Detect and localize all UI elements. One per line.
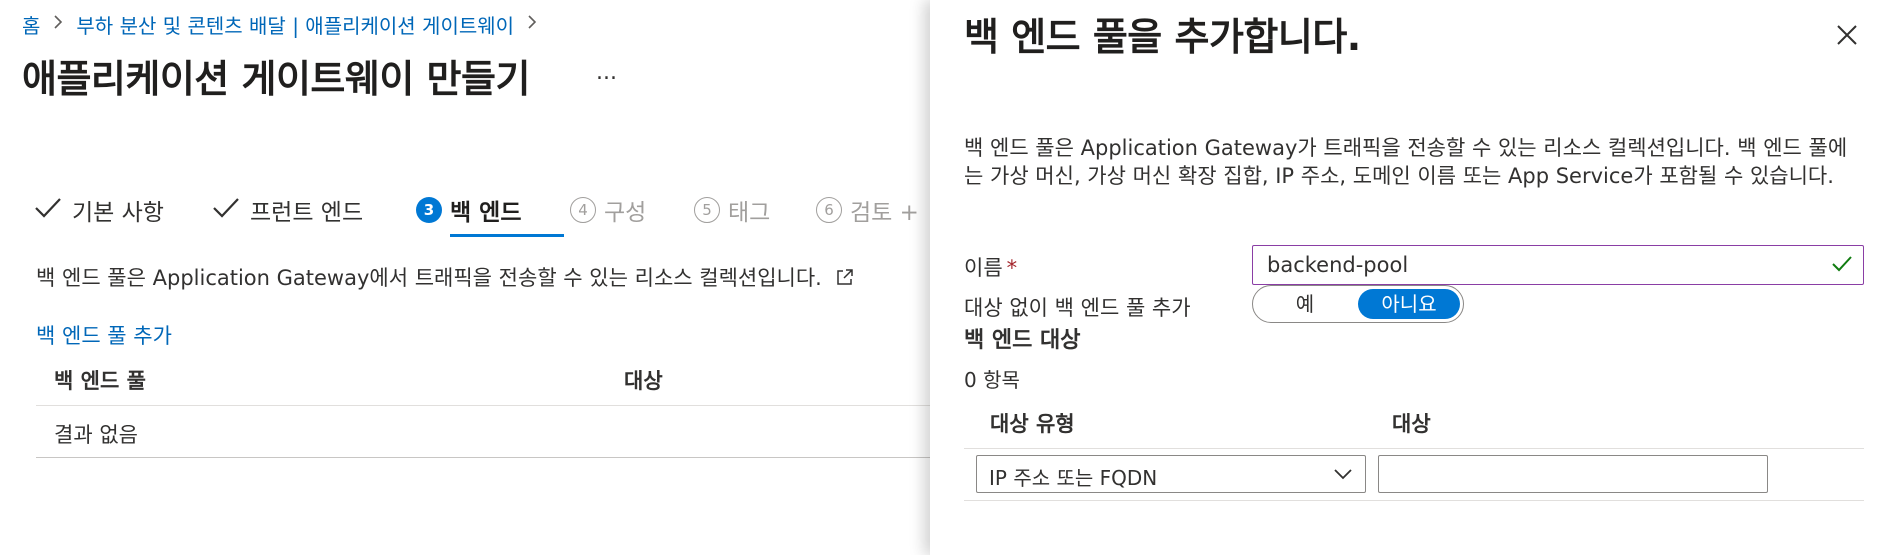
toggle-option-no[interactable]: 아니요: [1358, 289, 1460, 319]
table-row: IP 주소 또는 FQDN: [964, 448, 1864, 501]
panel-description: 백 엔드 풀은 Application Gateway가 트래픽을 전송할 수 …: [964, 136, 1848, 188]
external-link-icon[interactable]: [835, 267, 855, 292]
tab-label: 검토 +: [850, 200, 919, 226]
wizard-tabs: 기본 사항 프런트 엔드 3 백 엔드 4 구성 5 태그 6 검토 +: [34, 190, 934, 240]
breadcrumb-home-link[interactable]: 홈: [22, 10, 40, 39]
name-input[interactable]: [1265, 246, 1829, 284]
close-icon[interactable]: [1832, 20, 1862, 50]
chevron-down-icon: [1333, 466, 1353, 486]
step-number-badge: 6: [816, 197, 842, 223]
checkmark-icon: [34, 194, 62, 227]
more-options-button[interactable]: ...: [596, 60, 617, 85]
column-header: 대상 유형: [990, 412, 1075, 436]
required-indicator: *: [1006, 256, 1018, 280]
no-target-label: 대상 없이 백 엔드 풀 추가: [964, 296, 1191, 320]
toggle-option-yes[interactable]: 예: [1257, 289, 1353, 319]
tab-frontend[interactable]: 프런트 엔드: [212, 190, 363, 230]
tab-review-create[interactable]: 6 검토 +: [816, 190, 919, 230]
checkmark-icon: [1831, 254, 1853, 278]
name-label: 이름 *: [964, 252, 1017, 282]
tab-backend[interactable]: 3 백 엔드: [416, 190, 522, 230]
step-number-badge: 4: [570, 197, 596, 223]
target-type-dropdown[interactable]: IP 주소 또는 FQDN: [976, 455, 1366, 493]
backend-targets-heading: 백 엔드 대상: [964, 328, 1081, 353]
tab-label: 기본 사항: [72, 200, 164, 226]
tab-tags[interactable]: 5 태그: [694, 190, 770, 230]
add-backend-pool-panel: 백 엔드 풀을 추가합니다. 백 엔드 풀은 Application Gatew…: [930, 0, 1888, 555]
tab-configuration[interactable]: 4 구성: [570, 190, 646, 230]
tab-label: 프런트 엔드: [250, 200, 364, 226]
add-backend-pool-link[interactable]: 백 엔드 풀 추가: [36, 320, 172, 350]
step-number-badge: 3: [416, 197, 442, 223]
active-tab-indicator: [450, 234, 564, 237]
tab-label: 구성: [604, 200, 647, 226]
table-row: 결과 없음: [36, 407, 936, 458]
targets-table-header: 대상 유형 대상: [964, 400, 1864, 449]
tab-basics[interactable]: 기본 사항: [34, 190, 164, 230]
chevron-right-icon: [526, 14, 538, 35]
checkmark-icon: [212, 194, 240, 227]
backend-description: 백 엔드 풀은 Application Gateway에서 트래픽을 전송할 수…: [36, 262, 855, 292]
name-field: [1252, 245, 1864, 285]
column-header: 대상: [624, 369, 663, 393]
panel-title: 백 엔드 풀을 추가합니다.: [964, 15, 1361, 59]
target-type-value: IP 주소 또는 FQDN: [989, 466, 1158, 490]
backend-pools-table-header: 백 엔드 풀 대상: [36, 355, 936, 406]
name-label-text: 이름: [964, 256, 1003, 280]
item-count: 0 항목: [964, 368, 1020, 392]
chevron-right-icon: [52, 14, 64, 35]
tab-label: 태그: [728, 200, 771, 226]
add-without-targets-toggle: 예 아니요: [1252, 285, 1464, 323]
tab-label: 백 엔드: [450, 200, 522, 226]
breadcrumb: 홈 부하 분산 및 콘텐츠 배달 | 애플리케이션 게이트웨이: [22, 10, 550, 39]
column-header: 대상: [1392, 412, 1431, 436]
breadcrumb-parent-link[interactable]: 부하 분산 및 콘텐츠 배달 | 애플리케이션 게이트웨이: [76, 10, 514, 39]
step-number-badge: 5: [694, 197, 720, 223]
page-title: 애플리케이션 게이트웨이 만들기: [22, 57, 530, 101]
description-text: 백 엔드 풀은 Application Gateway에서 트래픽을 전송할 수…: [36, 266, 822, 290]
empty-results-text: 결과 없음: [54, 423, 138, 447]
target-input[interactable]: [1378, 455, 1768, 493]
column-header: 백 엔드 풀: [54, 369, 146, 393]
